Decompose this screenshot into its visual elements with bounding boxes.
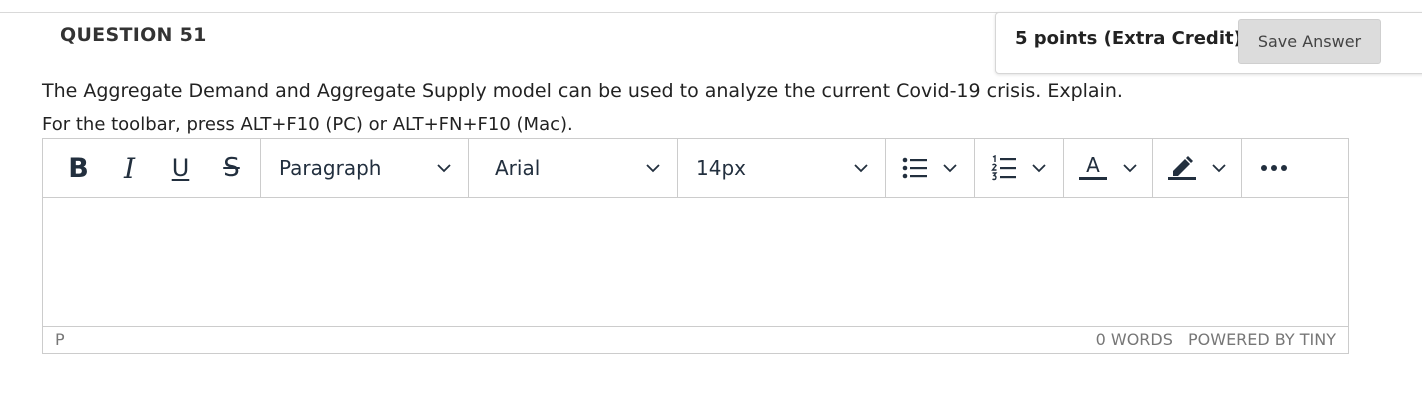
numbered-list-button[interactable] [975,139,1064,197]
italic-button[interactable]: I [104,148,155,188]
word-count[interactable]: 0 WORDS [1096,330,1173,349]
text-color-glyph: A [1086,154,1100,177]
save-answer-button[interactable]: Save Answer [1238,19,1381,64]
chevron-down-icon [1123,164,1137,173]
highlight-icon [1168,156,1196,180]
block-format-value: Paragraph [279,156,382,180]
italic-icon: I [123,151,136,185]
toolbar-hint: For the toolbar, press ALT+F10 (PC) or A… [42,114,573,135]
points-label: 5 points (Extra Credit) [1015,28,1242,49]
element-path[interactable]: P [55,330,65,349]
more-options-button[interactable] [1242,139,1306,197]
format-button-group: B I U S [43,139,261,197]
font-size-value: 14px [696,156,746,180]
status-right: 0 WORDS POWERED BY TINY [1096,330,1336,349]
highlight-color-button[interactable] [1153,139,1242,197]
question-title: QUESTION 51 [60,24,207,46]
editor-statusbar: P 0 WORDS POWERED BY TINY [43,326,1348,353]
bullet-list-button[interactable] [886,139,975,197]
question-text: The Aggregate Demand and Aggregate Suppl… [42,80,1123,102]
powered-by-link[interactable]: POWERED BY TINY [1188,330,1336,349]
font-family-value: Arial [495,156,541,180]
bold-button[interactable]: B [53,148,104,188]
block-format-dropdown[interactable]: Paragraph [261,139,469,197]
font-family-dropdown[interactable]: Arial [469,139,678,197]
underline-button[interactable]: U [155,148,206,188]
underline-icon: U [171,154,190,182]
numbered-list-icon [991,155,1016,181]
more-icon [1261,165,1287,171]
editor-toolbar: B I U S Paragraph Arial 14px A [43,139,1348,198]
bullet-list-icon [902,157,927,179]
points-panel: 5 points (Extra Credit) Save Answer [995,12,1422,74]
chevron-down-icon [437,164,451,173]
chevron-down-icon [1032,164,1046,173]
strikethrough-button[interactable]: S [206,148,257,188]
answer-text-area[interactable] [43,198,1348,328]
chevron-down-icon [1212,164,1226,173]
chevron-down-icon [854,164,868,173]
chevron-down-icon [943,164,957,173]
text-color-button[interactable]: A [1064,139,1153,197]
font-size-dropdown[interactable]: 14px [678,139,886,197]
bold-icon: B [68,152,89,184]
chevron-down-icon [646,164,660,173]
text-color-icon: A [1079,154,1107,180]
strikethrough-icon: S [223,153,240,183]
rich-text-editor: B I U S Paragraph Arial 14px A P 0 WORDS… [42,138,1349,354]
